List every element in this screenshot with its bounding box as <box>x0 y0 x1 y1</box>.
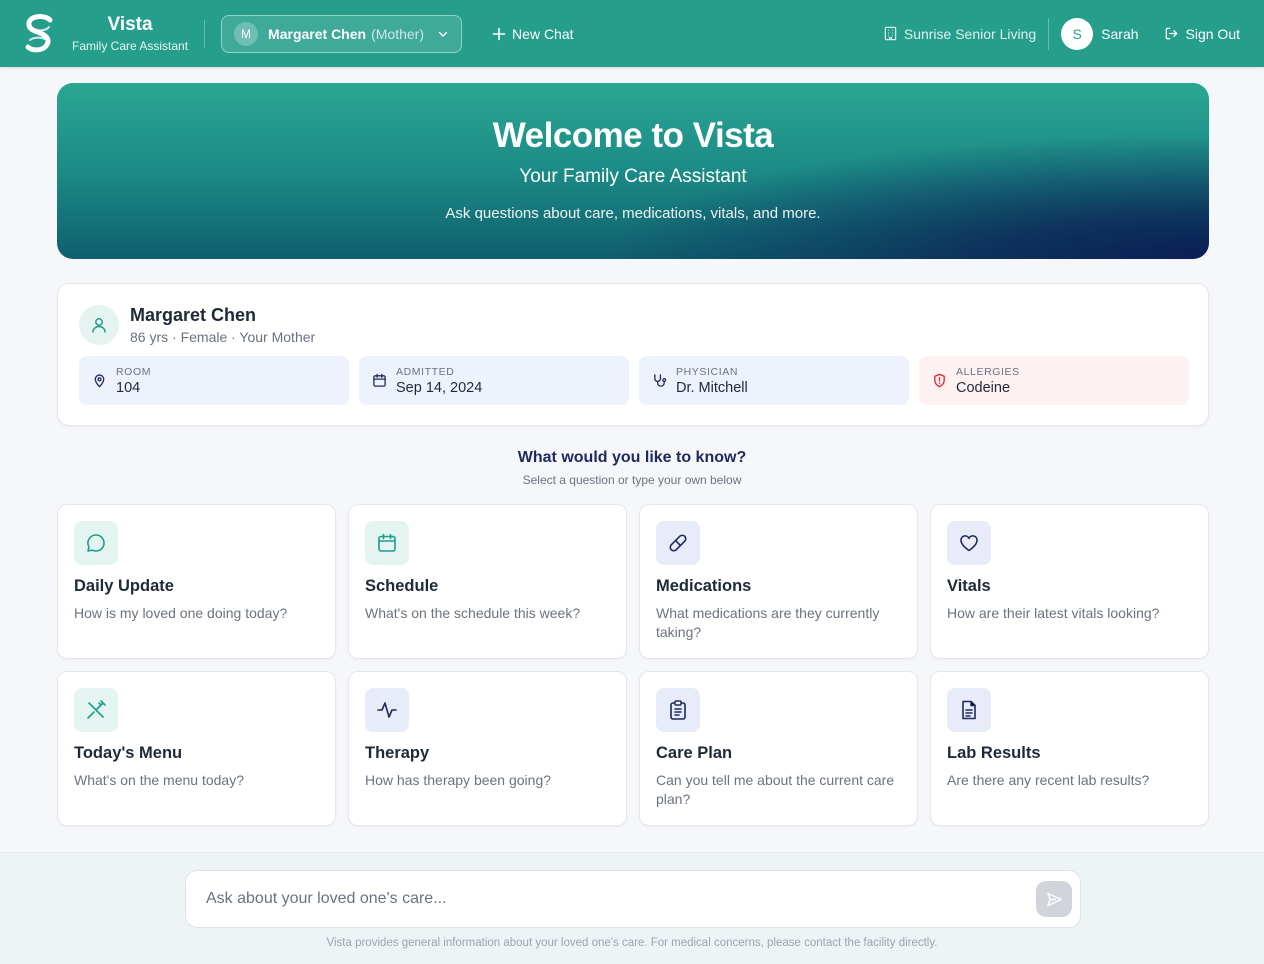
card-icon-wrapper <box>74 688 118 732</box>
stat-admitted: ADMITTED Sep 14, 2024 <box>359 356 629 405</box>
plus-icon <box>492 27 506 40</box>
map-pin-icon <box>94 374 105 388</box>
top-navigation-bar: Vista Family Care Assistant M Margaret C… <box>0 0 1264 67</box>
resident-profile-name: Margaret Chen <box>130 305 257 325</box>
resident-name: Margaret Chen <box>268 25 367 42</box>
card-schedule[interactable]: Schedule What's on the schedule this wee… <box>348 504 627 659</box>
card-icon-wrapper <box>656 688 700 732</box>
utensils-icon <box>87 700 106 719</box>
resident-relation: (Mother) <box>371 25 424 42</box>
stat-admitted-label: ADMITTED <box>396 365 455 378</box>
user-menu[interactable]: S Sarah <box>1048 17 1139 50</box>
vista-logo[interactable] <box>24 13 54 54</box>
heart-icon <box>960 535 978 552</box>
welcome-hero: Welcome to Vista Your Family Care Assist… <box>57 83 1209 259</box>
stat-allergies: ALLERGIES Codeine <box>919 356 1189 405</box>
sign-out-button[interactable]: Sign Out <box>1164 26 1240 42</box>
stat-physician: PHYSICIAN Dr. Mitchell <box>639 356 909 405</box>
card-icon-wrapper <box>947 521 991 565</box>
send-icon <box>1046 892 1062 906</box>
calendar-icon <box>378 533 396 552</box>
facility-label: Sunrise Senior Living <box>903 25 1037 42</box>
card-icon-wrapper <box>74 521 118 565</box>
card-title: Therapy <box>365 744 430 762</box>
chevron-down-icon <box>438 31 448 37</box>
card-description: Can you tell me about the current care p… <box>656 772 895 807</box>
resident-avatar: M <box>234 21 259 46</box>
suggestion-subtitle: Select a question or type your own below <box>522 473 742 487</box>
card-title: Daily Update <box>74 577 174 595</box>
chat-footer: Vista provides general information about… <box>0 852 1264 964</box>
logout-icon <box>1165 27 1177 40</box>
card-vitals[interactable]: Vitals How are their latest vitals looki… <box>930 504 1209 659</box>
hero-title: Welcome to Vista <box>492 116 774 155</box>
facility-name: Sunrise Senior Living <box>883 26 1036 42</box>
card-daily-update[interactable]: Daily Update How is my loved one doing t… <box>57 504 336 659</box>
card-title: Schedule <box>365 577 439 595</box>
disclaimer-text: Vista provides general information about… <box>326 937 938 949</box>
calendar-icon <box>373 373 386 387</box>
stethoscope-icon <box>654 374 667 387</box>
card-title: Care Plan <box>656 744 733 762</box>
card-lab-results[interactable]: Lab Results Are there any recent lab res… <box>930 671 1209 826</box>
card-therapy[interactable]: Therapy How has therapy been going? <box>348 671 627 826</box>
stat-room: ROOM 104 <box>79 356 349 405</box>
resident-profile-meta: 86 yrs · Female · Your Mother <box>130 329 316 345</box>
card-description: Are there any recent lab results? <box>947 772 1150 788</box>
resident-selector[interactable]: M Margaret Chen (Mother) <box>221 14 463 53</box>
pill-icon <box>669 534 687 552</box>
stat-room-value: 104 <box>116 379 141 396</box>
brand-name: Vista <box>107 14 153 35</box>
chat-input[interactable] <box>206 890 1036 908</box>
shield-alert-icon <box>934 373 945 388</box>
user-avatar: S <box>1061 17 1094 50</box>
card-description: How are their latest vitals looking? <box>947 605 1160 621</box>
user-icon <box>92 318 106 333</box>
stat-allergies-label: ALLERGIES <box>956 365 1020 378</box>
stat-admitted-value: Sep 14, 2024 <box>396 379 483 396</box>
card-icon-wrapper <box>365 688 409 732</box>
card-icon-wrapper <box>656 521 700 565</box>
card-title: Lab Results <box>947 744 1041 762</box>
card-icon-wrapper <box>365 521 409 565</box>
brand-subtitle: Family Care Assistant <box>72 39 189 53</box>
card-description: What's on the menu today? <box>74 772 244 788</box>
card-care-plan[interactable]: Care Plan Can you tell me about the curr… <box>639 671 918 826</box>
clipboard-icon <box>670 700 686 720</box>
new-chat-label: New Chat <box>512 25 574 42</box>
card-todays-menu[interactable]: Today's Menu What's on the menu today? <box>57 671 336 826</box>
stat-physician-value: Dr. Mitchell <box>676 379 748 396</box>
brand: Vista Family Care Assistant <box>72 14 188 53</box>
new-chat-button[interactable]: New Chat <box>492 25 574 42</box>
hero-subtitle: Your Family Care Assistant <box>519 166 747 187</box>
document-icon <box>962 700 976 720</box>
activity-icon <box>377 702 397 718</box>
card-title: Today's Menu <box>74 744 183 762</box>
card-description: What medications are they currently taki… <box>656 605 880 640</box>
user-name: Sarah <box>1101 25 1139 42</box>
suggestion-title: What would you like to know? <box>517 449 747 466</box>
stat-room-label: ROOM <box>116 365 152 378</box>
resident-profile-avatar <box>79 305 119 345</box>
stat-allergies-value: Codeine <box>956 379 1011 396</box>
card-title: Medications <box>656 577 752 595</box>
resident-profile-card: Margaret Chen 86 yrs · Female · Your Mot… <box>57 283 1209 426</box>
header-divider <box>204 19 206 48</box>
chat-bubble-icon <box>87 534 105 552</box>
card-description: What's on the schedule this week? <box>365 605 581 621</box>
card-description: How has therapy been going? <box>365 772 552 788</box>
hero-tagline: Ask questions about care, medications, v… <box>445 205 821 222</box>
send-button[interactable] <box>1036 881 1072 917</box>
card-icon-wrapper <box>947 688 991 732</box>
card-medications[interactable]: Medications What medications are they cu… <box>639 504 918 659</box>
card-title: Vitals <box>947 577 991 595</box>
card-description: How is my loved one doing today? <box>74 605 288 621</box>
chat-input-container <box>185 870 1081 928</box>
building-icon <box>884 26 897 41</box>
sign-out-label: Sign Out <box>1185 25 1240 42</box>
suggestion-heading: What would you like to know? Select a qu… <box>0 449 1264 487</box>
stat-physician-label: PHYSICIAN <box>676 365 738 378</box>
